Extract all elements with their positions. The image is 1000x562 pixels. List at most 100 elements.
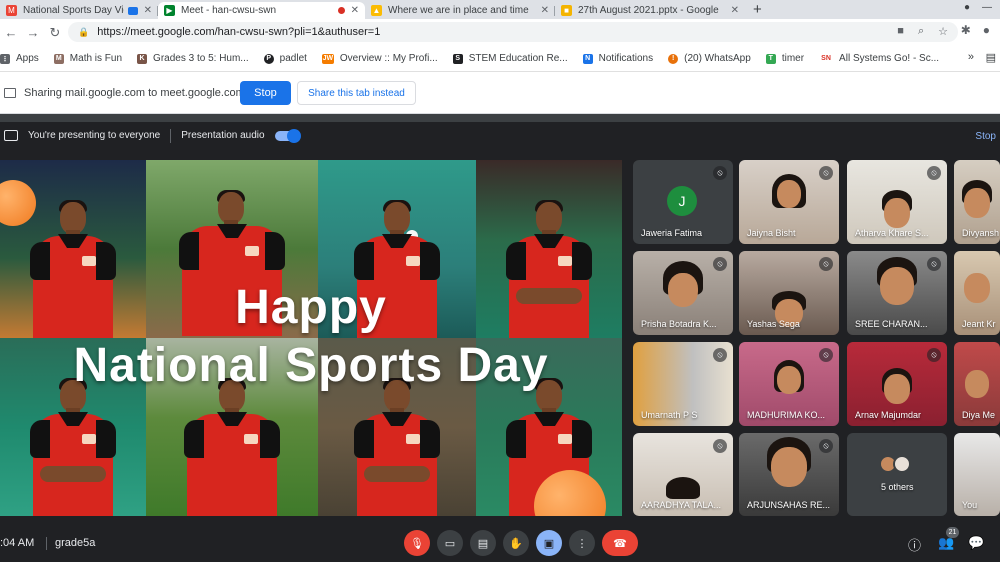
minimize-icon[interactable]: — xyxy=(982,2,992,13)
microphone-toggle-button[interactable]: 🎙 xyxy=(404,530,430,556)
camera-toggle-button[interactable]: ▭ xyxy=(437,530,463,556)
mic-off-icon: ⦸ xyxy=(713,439,727,453)
close-icon[interactable]: ✕ xyxy=(351,5,359,16)
camera-icon[interactable]: ■ xyxy=(897,25,904,38)
face-shape xyxy=(884,374,910,404)
bookmark-all-systems-go[interactable]: SN All Systems Go! - Sc... xyxy=(819,53,939,64)
bookmark-padlet[interactable]: P padlet xyxy=(263,53,307,64)
sn-icon: SN xyxy=(819,53,834,64)
avatar: J xyxy=(667,186,697,216)
profile-icon[interactable]: ● xyxy=(964,2,970,13)
participant-name: Jaweria Fatima xyxy=(641,228,703,238)
bookmark-apps[interactable]: ⋮ Apps xyxy=(0,53,39,64)
lock-icon: 🔒 xyxy=(78,26,90,37)
bookmark-label: Math is Fun xyxy=(69,53,123,64)
participant-tile[interactable]: ⦸ SREE CHARAN... xyxy=(847,251,947,335)
raise-hand-button[interactable]: ✋ xyxy=(503,530,529,556)
tab-meet[interactable]: ▶ Meet - han-cwsu-swn ✕ xyxy=(158,2,365,19)
bookmark-stem[interactable]: S STEM Education Re... xyxy=(452,53,568,64)
slides-icon: ■ xyxy=(561,5,572,16)
participant-count-badge: 21 xyxy=(946,527,959,538)
participant-tile[interactable]: ⦸ Atharva Khare S... xyxy=(847,160,947,244)
face-shape xyxy=(771,447,807,487)
tab-national-sports-day-video[interactable]: M National Sports Day Video - ✕ xyxy=(0,2,158,19)
bookmark-label: Notifications xyxy=(598,53,654,64)
account-icon[interactable]: ● xyxy=(983,23,990,37)
presentation-audio-label: Presentation audio xyxy=(181,130,265,141)
participant-tile[interactable]: Jeant Kr xyxy=(954,251,1000,335)
participant-name: MADHURIMA KO... xyxy=(747,410,826,420)
mic-off-icon: ⦸ xyxy=(927,166,941,180)
others-avatars xyxy=(879,455,911,473)
participant-tile[interactable]: ⦸ Umarnath P S xyxy=(633,342,733,426)
participant-tile[interactable]: ⦸ Arnav Majumdar xyxy=(847,342,947,426)
new-tab-button[interactable]: + xyxy=(745,2,770,19)
stop-presenting-button[interactable]: Stop xyxy=(975,131,996,142)
chat-icon[interactable]: 💬 xyxy=(968,535,984,551)
drive-icon: ▲ xyxy=(371,5,382,16)
meeting-code: grade5a xyxy=(55,537,96,549)
url-text: https://meet.google.com/han-cwsu-swn?pli… xyxy=(97,26,381,38)
back-arrow-icon[interactable]: ← xyxy=(0,25,22,40)
participant-name: Arnav Majumdar xyxy=(855,410,922,420)
reload-icon[interactable]: ↻ xyxy=(44,25,66,41)
bookmarks-bar: ⋮ Apps M Math is Fun K Grades 3 to 5: Hu… xyxy=(0,46,1000,72)
zoom-icon[interactable]: ⌕ xyxy=(918,25,924,38)
bookmark-math-is-fun[interactable]: M Math is Fun xyxy=(53,53,123,64)
participant-name: Diya Me xyxy=(962,410,996,420)
face-shape xyxy=(777,180,801,208)
participant-tile[interactable]: ⦸ ARJUNSAHAS RE... xyxy=(739,433,839,516)
leave-call-button[interactable]: ☎ xyxy=(602,530,638,556)
participant-tile[interactable]: ⦸ Prisha Botadra K... xyxy=(633,251,733,335)
participant-tile[interactable]: J ⦸ Jaweria Fatima xyxy=(633,160,733,244)
participant-name: AARADHYA TALA... xyxy=(641,500,722,510)
forward-arrow-icon[interactable]: → xyxy=(22,25,44,40)
divider xyxy=(0,114,1000,122)
self-tile[interactable]: You xyxy=(954,433,1000,516)
bookmark-grades-3-to-5[interactable]: K Grades 3 to 5: Hum... xyxy=(137,53,249,64)
participant-tile[interactable]: ⦸ Yashas Sega xyxy=(739,251,839,335)
puzzle-icon[interactable]: ✱ xyxy=(961,23,971,37)
bookmark-label: STEM Education Re... xyxy=(468,53,568,64)
presentation-audio-toggle[interactable] xyxy=(274,128,301,143)
bookmark-notifications[interactable]: N Notifications xyxy=(582,53,654,64)
more-bookmarks-icon[interactable]: » xyxy=(968,51,974,63)
participant-tile[interactable]: ⦸ AARADHYA TALA... xyxy=(633,433,733,516)
meet-icon: ▶ xyxy=(164,5,175,16)
close-icon[interactable]: ✕ xyxy=(144,5,152,16)
close-icon[interactable]: ✕ xyxy=(731,5,739,16)
bookmark-overview[interactable]: JW Overview :: My Profi... xyxy=(321,53,438,64)
present-screen-icon: ▣ xyxy=(543,537,555,550)
bookmark-whatsapp[interactable]: ! (20) WhatsApp xyxy=(668,53,751,64)
tab-slides[interactable]: ■ 27th August 2021.pptx - Google ✕ xyxy=(555,2,745,19)
face-shape xyxy=(964,188,990,218)
participant-tile[interactable]: ⦸ MADHURIMA KO... xyxy=(739,342,839,426)
participant-name: ARJUNSAHAS RE... xyxy=(747,500,831,510)
reading-list-icon[interactable]: ▤ xyxy=(986,51,996,64)
face-shape xyxy=(884,198,910,228)
cast-icon xyxy=(127,6,138,15)
captions-button[interactable]: ▤ xyxy=(470,530,496,556)
address-bar[interactable]: 🔒 https://meet.google.com/han-cwsu-swn?p… xyxy=(68,22,958,42)
bookmark-label: Apps xyxy=(16,53,39,64)
bookmark-label: Grades 3 to 5: Hum... xyxy=(153,53,249,64)
timer-icon: T xyxy=(765,53,776,64)
participant-name: Atharva Khare S... xyxy=(855,228,929,238)
present-now-button[interactable]: ▣ xyxy=(536,530,562,556)
participant-tile[interactable]: ⦸ Jaiyna Bisht xyxy=(739,160,839,244)
participant-name: You xyxy=(962,500,978,510)
others-tile[interactable]: 5 others xyxy=(847,433,947,516)
share-this-tab-button[interactable]: Share this tab instead xyxy=(297,81,416,105)
participant-tile[interactable]: Diya Me xyxy=(954,342,1000,426)
tab-where-we-are[interactable]: ▲ Where we are in place and time ✕ xyxy=(365,2,555,19)
stop-sharing-button[interactable]: Stop xyxy=(240,81,291,105)
participant-tile[interactable]: Divyansh xyxy=(954,160,1000,244)
star-icon[interactable]: ☆ xyxy=(938,25,948,38)
face-shape xyxy=(965,370,989,398)
close-icon[interactable]: ✕ xyxy=(541,5,549,16)
bookmark-timer[interactable]: T timer xyxy=(765,53,804,64)
more-options-button[interactable]: ⋮ xyxy=(569,530,595,556)
padlet-icon: P xyxy=(263,53,274,64)
info-icon[interactable]: ⓘ xyxy=(908,535,921,554)
participant-name: Divyansh xyxy=(962,228,1000,238)
